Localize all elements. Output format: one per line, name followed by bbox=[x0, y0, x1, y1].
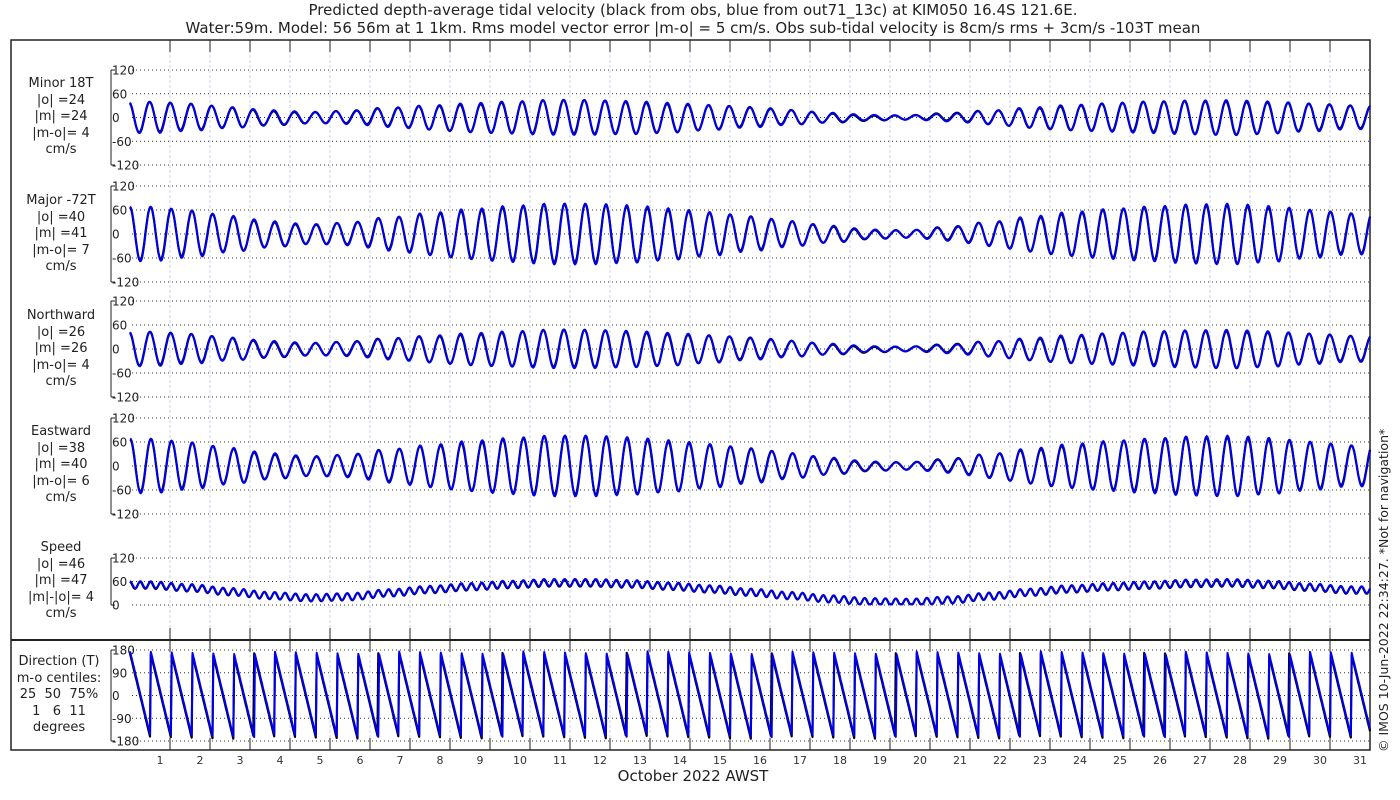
eastward-label-line: cm/s bbox=[45, 490, 77, 505]
direction-label-line: degrees bbox=[32, 720, 86, 735]
minor-label-line: cm/s bbox=[45, 142, 77, 157]
x-tick-label: 28 bbox=[1233, 754, 1247, 767]
speed-label-line: |m| =47 bbox=[34, 573, 88, 588]
eastward-label-line: |m| =40 bbox=[34, 457, 88, 472]
x-tick-label: 19 bbox=[873, 754, 887, 767]
minor-panel-label: Minor 18T |o| =24 |m| =24 |m-o|= 4 cm/s bbox=[18, 76, 104, 159]
major-y-tick-label: -60 bbox=[112, 252, 132, 266]
direction-label-line: 25 50 75% bbox=[19, 687, 99, 702]
eastward-y-tick-label: -120 bbox=[112, 508, 139, 522]
x-tick-label: 27 bbox=[1193, 754, 1207, 767]
northward-label-line: Northward bbox=[26, 308, 96, 323]
x-tick-label: 4 bbox=[277, 754, 284, 767]
northward-y-tick-label: -120 bbox=[112, 391, 139, 405]
northward-y-tick-label: 60 bbox=[112, 319, 127, 333]
northward-y-tick-label: 0 bbox=[112, 343, 120, 357]
x-tick-label: 6 bbox=[357, 754, 364, 767]
x-tick-label: 26 bbox=[1153, 754, 1167, 767]
minor-y-tick-label: 60 bbox=[112, 87, 127, 101]
eastward-label-line: |m-o|= 6 bbox=[32, 473, 90, 489]
major-y-tick-label: -120 bbox=[112, 276, 139, 290]
minor-label-line: |m-o|= 4 bbox=[32, 125, 90, 141]
northward-label-line: |o| =26 bbox=[36, 324, 86, 340]
northward-y-tick-label: -60 bbox=[112, 367, 132, 381]
major-label-line: Major -72T bbox=[26, 193, 96, 208]
x-tick-label: 30 bbox=[1313, 754, 1327, 767]
major-panel-label: Major -72T |o| =40 |m| =41 |m-o|= 7 cm/s bbox=[18, 193, 104, 276]
major-label-line: |m-o|= 7 bbox=[32, 242, 90, 258]
eastward-y-tick-label: 120 bbox=[112, 412, 135, 426]
credit-text: © IMOS 10-Jun-2022 22:34:27. *Not for na… bbox=[1376, 428, 1391, 752]
speed-label-line: |m|-|o|= 4 bbox=[27, 589, 95, 605]
x-tick-label: 9 bbox=[477, 754, 484, 767]
eastward-y-tick-label: 0 bbox=[112, 460, 120, 474]
x-tick-label: 18 bbox=[833, 754, 847, 767]
x-axis-label: October 2022 AWST bbox=[617, 767, 769, 785]
major-label-line: |o| =40 bbox=[36, 209, 86, 225]
x-tick-label: 14 bbox=[673, 754, 687, 767]
x-tick-label: 22 bbox=[993, 754, 1007, 767]
eastward-y-tick-label: -60 bbox=[112, 484, 132, 498]
x-tick-label: 7 bbox=[397, 754, 404, 767]
minor-label-line: |m| =24 bbox=[34, 109, 88, 124]
x-tick-label: 17 bbox=[793, 754, 807, 767]
direction-y-tick-label: 90 bbox=[112, 666, 127, 680]
x-tick-label: 31 bbox=[1353, 754, 1367, 767]
speed-y-tick-label: 120 bbox=[112, 552, 135, 566]
eastward-label-line: |o| =38 bbox=[36, 440, 86, 456]
northward-panel-label: Northward |o| =26 |m| =26 |m-o|= 4 cm/s bbox=[18, 308, 104, 391]
speed-y-tick-label: 60 bbox=[112, 575, 127, 589]
x-tick-label: 23 bbox=[1033, 754, 1047, 767]
minor-y-tick-label: 0 bbox=[112, 111, 120, 125]
speed-label-line: |o| =46 bbox=[36, 556, 86, 572]
speed-model-series bbox=[129, 577, 1371, 606]
x-tick-label: 1 bbox=[157, 754, 164, 767]
direction-y-tick-label: 0 bbox=[112, 689, 120, 703]
major-y-tick-label: 0 bbox=[112, 228, 120, 242]
x-tick-label: 10 bbox=[513, 754, 527, 767]
speed-y-tick-label: 0 bbox=[112, 599, 120, 613]
northward-y-tick-label: 120 bbox=[112, 295, 135, 309]
direction-panel-label: Direction (T) m-o centiles: 25 50 75% 1 6 1… bbox=[14, 654, 104, 737]
direction-label-line: Direction (T) bbox=[18, 654, 100, 669]
x-tick-label: 3 bbox=[237, 754, 244, 767]
minor-y-tick-label: -60 bbox=[112, 135, 132, 149]
eastward-y-tick-label: 60 bbox=[112, 436, 127, 450]
x-tick-label: 20 bbox=[913, 754, 927, 767]
x-tick-label: 11 bbox=[553, 754, 567, 767]
direction-label-line: m-o centiles: bbox=[16, 670, 102, 686]
minor-y-tick-label: 120 bbox=[112, 64, 135, 78]
major-y-tick-label: 60 bbox=[112, 204, 127, 218]
major-label-line: cm/s bbox=[45, 259, 77, 274]
minor-label-line: Minor 18T bbox=[28, 76, 94, 91]
minor-y-tick-label: -120 bbox=[112, 159, 139, 173]
speed-panel-label: Speed |o| =46 |m| =47 |m|-|o|= 4 cm/s bbox=[18, 540, 104, 623]
x-tick-label: 8 bbox=[437, 754, 444, 767]
major-y-tick-label: 120 bbox=[112, 180, 135, 194]
northward-label-line: |m| =26 bbox=[34, 341, 88, 356]
speed-label-line: Speed bbox=[40, 540, 82, 555]
northward-label-line: |m-o|= 4 bbox=[32, 357, 90, 373]
x-tick-label: 13 bbox=[633, 754, 647, 767]
x-tick-label: 15 bbox=[713, 754, 727, 767]
x-tick-label: 16 bbox=[753, 754, 767, 767]
direction-y-tick-label: -90 bbox=[112, 712, 132, 726]
speed-label-line: cm/s bbox=[45, 606, 77, 621]
minor-label-line: |o| =24 bbox=[36, 92, 86, 108]
direction-model-series bbox=[129, 650, 1371, 739]
x-tick-label: 21 bbox=[953, 754, 967, 767]
northward-label-line: cm/s bbox=[45, 374, 77, 389]
chart-canvas: 1 2 3 4 5 6 7 8 9 10 11 12 13 14 15 16 17 18 19 20 21 22 23 24 2… bbox=[10, 39, 1372, 767]
x-tick-label: 5 bbox=[317, 754, 324, 767]
eastward-label-line: Eastward bbox=[30, 424, 92, 439]
x-tick-label: 24 bbox=[1073, 754, 1087, 767]
major-label-line: |m| =41 bbox=[34, 226, 88, 241]
direction-y-tick-label: -180 bbox=[112, 735, 139, 749]
x-tick-label: 2 bbox=[197, 754, 204, 767]
x-tick-label: 29 bbox=[1273, 754, 1287, 767]
x-tick-label: 25 bbox=[1113, 754, 1127, 767]
eastward-panel-label: Eastward |o| =38 |m| =40 |m-o|= 6 cm/s bbox=[18, 424, 104, 507]
x-tick-label: 12 bbox=[593, 754, 607, 767]
direction-label-line: 1 6 11 bbox=[32, 703, 86, 719]
